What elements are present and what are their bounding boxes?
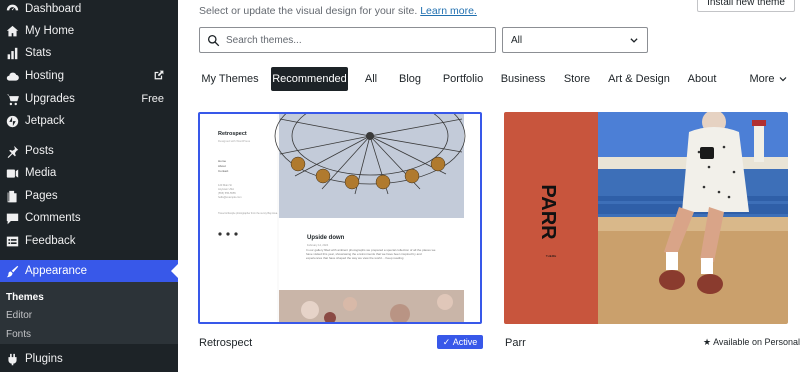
preview-post-title: Upside down xyxy=(307,235,345,241)
sidebar-item-label: Upgrades xyxy=(25,93,75,105)
tab-recommended[interactable]: Recommended xyxy=(271,67,348,91)
preview-site-title: Retrospect xyxy=(218,131,247,137)
sidebar-item-label: Pages xyxy=(25,190,58,202)
feedback-icon xyxy=(5,234,19,248)
preview-contact-line: 123 Main St xyxy=(218,183,232,187)
sidebar-item-comments[interactable]: Comments xyxy=(0,207,178,229)
preview-menu-item: Contact xyxy=(218,169,229,173)
sidebar-item-label: Dashboard xyxy=(25,3,82,15)
admin-sidebar: Dashboard My Home Stats Hosting Upgrades… xyxy=(0,0,178,372)
main-content: Install new theme Select or update the v… xyxy=(178,0,800,372)
tab-all[interactable]: All xyxy=(361,67,381,91)
sidebar-item-upgrades[interactable]: Upgrades Free xyxy=(0,88,178,110)
active-badge: ✓ Active xyxy=(437,335,483,349)
jetpack-icon xyxy=(5,114,19,128)
theme-name-retrospect[interactable]: Retrospect xyxy=(199,337,252,349)
page-subtitle: Select or update the visual design for y… xyxy=(199,5,477,17)
preview-tagline: Designed with WordPress xyxy=(218,139,251,143)
sidebar-item-label: My Home xyxy=(25,25,75,37)
theme-name-parr[interactable]: Parr xyxy=(505,337,526,349)
check-icon: ✓ xyxy=(442,336,453,347)
sidebar-item-label: Stats xyxy=(25,47,52,59)
filter-select-value: All xyxy=(511,34,523,46)
appearance-submenu: Themes Editor Fonts xyxy=(0,282,178,344)
tab-about[interactable]: About xyxy=(687,67,717,91)
upgrades-free-label: Free xyxy=(141,93,164,105)
pages-icon xyxy=(5,189,19,203)
tab-blog[interactable]: Blog xyxy=(398,67,422,91)
preview-menu-item: Home xyxy=(218,159,226,163)
plugin-icon xyxy=(5,352,19,366)
sidebar-item-label: Comments xyxy=(25,212,81,224)
preview-post-excerpt: In our gallery filled with ambient photo… xyxy=(306,248,436,260)
sidebar-item-label: Jetpack xyxy=(25,115,65,127)
parr-preview: PARR THEME xyxy=(504,112,788,324)
home-icon xyxy=(5,24,19,38)
tab-more[interactable]: More xyxy=(748,67,788,91)
tab-store[interactable]: Store xyxy=(563,67,591,91)
cart-icon xyxy=(5,92,19,106)
sidebar-item-appearance[interactable]: Appearance xyxy=(0,260,178,282)
chevron-down-icon xyxy=(779,77,786,82)
sidebar-item-posts[interactable]: Posts xyxy=(0,140,178,162)
chevron-down-icon xyxy=(630,38,638,43)
theme-card-retrospect[interactable]: Retrospect Designed with WordPress Home … xyxy=(198,112,482,324)
theme-search[interactable] xyxy=(199,27,496,53)
install-new-theme-button[interactable]: Install new theme xyxy=(697,0,795,12)
sidebar-item-label: Appearance xyxy=(25,265,88,277)
sidebar-item-dashboard[interactable]: Dashboard xyxy=(0,0,178,20)
sidebar-item-label: Plugins xyxy=(25,353,63,365)
sidebar-item-media[interactable]: Media xyxy=(0,162,178,184)
sidebar-item-hosting[interactable]: Hosting xyxy=(0,65,178,87)
sidebar-item-label: Media xyxy=(25,167,57,179)
tab-business[interactable]: Business xyxy=(501,67,546,91)
theme-card-parr[interactable]: PARR THEME xyxy=(504,112,788,324)
search-input[interactable] xyxy=(226,34,466,46)
sidebar-item-pages[interactable]: Pages xyxy=(0,185,178,207)
tab-my-themes[interactable]: My Themes xyxy=(201,67,259,91)
sidebar-item-jetpack[interactable]: Jetpack xyxy=(0,110,178,132)
media-icon xyxy=(5,166,19,180)
parr-logo-text: PARR xyxy=(537,184,559,240)
star-icon: ★ xyxy=(703,337,714,347)
sidebar-item-feedback[interactable]: Feedback xyxy=(0,230,178,252)
sidebar-item-stats[interactable]: Stats xyxy=(0,42,178,64)
brush-icon xyxy=(5,264,19,278)
parr-sub-text: THEME xyxy=(546,254,557,258)
preview-post-date: February 14, 2024 xyxy=(307,243,329,247)
dashboard-icon xyxy=(5,2,19,16)
preview-bio: Travel & lifestyle photographer from the… xyxy=(218,212,278,215)
submenu-item-editor[interactable]: Editor xyxy=(6,310,32,321)
preview-contact-line: (555) 555-5555 xyxy=(218,191,236,195)
external-link-icon xyxy=(154,70,164,83)
theme-filter-select[interactable]: All xyxy=(502,27,648,53)
availability-label: ★ Available on Personal xyxy=(703,337,800,347)
retrospect-preview: Retrospect Designed with WordPress Home … xyxy=(200,114,480,322)
tab-art-design[interactable]: Art & Design xyxy=(608,67,670,91)
comment-icon xyxy=(5,211,19,225)
pin-icon xyxy=(5,144,19,158)
submenu-item-themes[interactable]: Themes xyxy=(6,292,44,303)
sidebar-item-label: Hosting xyxy=(25,70,64,82)
stats-icon xyxy=(5,46,19,60)
sidebar-item-my-home[interactable]: My Home xyxy=(0,20,178,42)
search-icon xyxy=(207,34,220,46)
sidebar-item-label: Feedback xyxy=(25,235,76,247)
preview-contact-line: hello@example.com xyxy=(218,195,242,199)
preview-contact-line: Anytown USA xyxy=(218,187,234,191)
sidebar-item-label: Posts xyxy=(25,145,54,157)
preview-menu-item: About xyxy=(218,164,226,168)
submenu-item-fonts[interactable]: Fonts xyxy=(6,329,31,340)
cloud-icon xyxy=(5,69,19,83)
tab-portfolio[interactable]: Portfolio xyxy=(443,67,483,91)
sidebar-item-plugins[interactable]: Plugins xyxy=(0,348,178,370)
learn-more-link[interactable]: Learn more. xyxy=(420,5,477,17)
